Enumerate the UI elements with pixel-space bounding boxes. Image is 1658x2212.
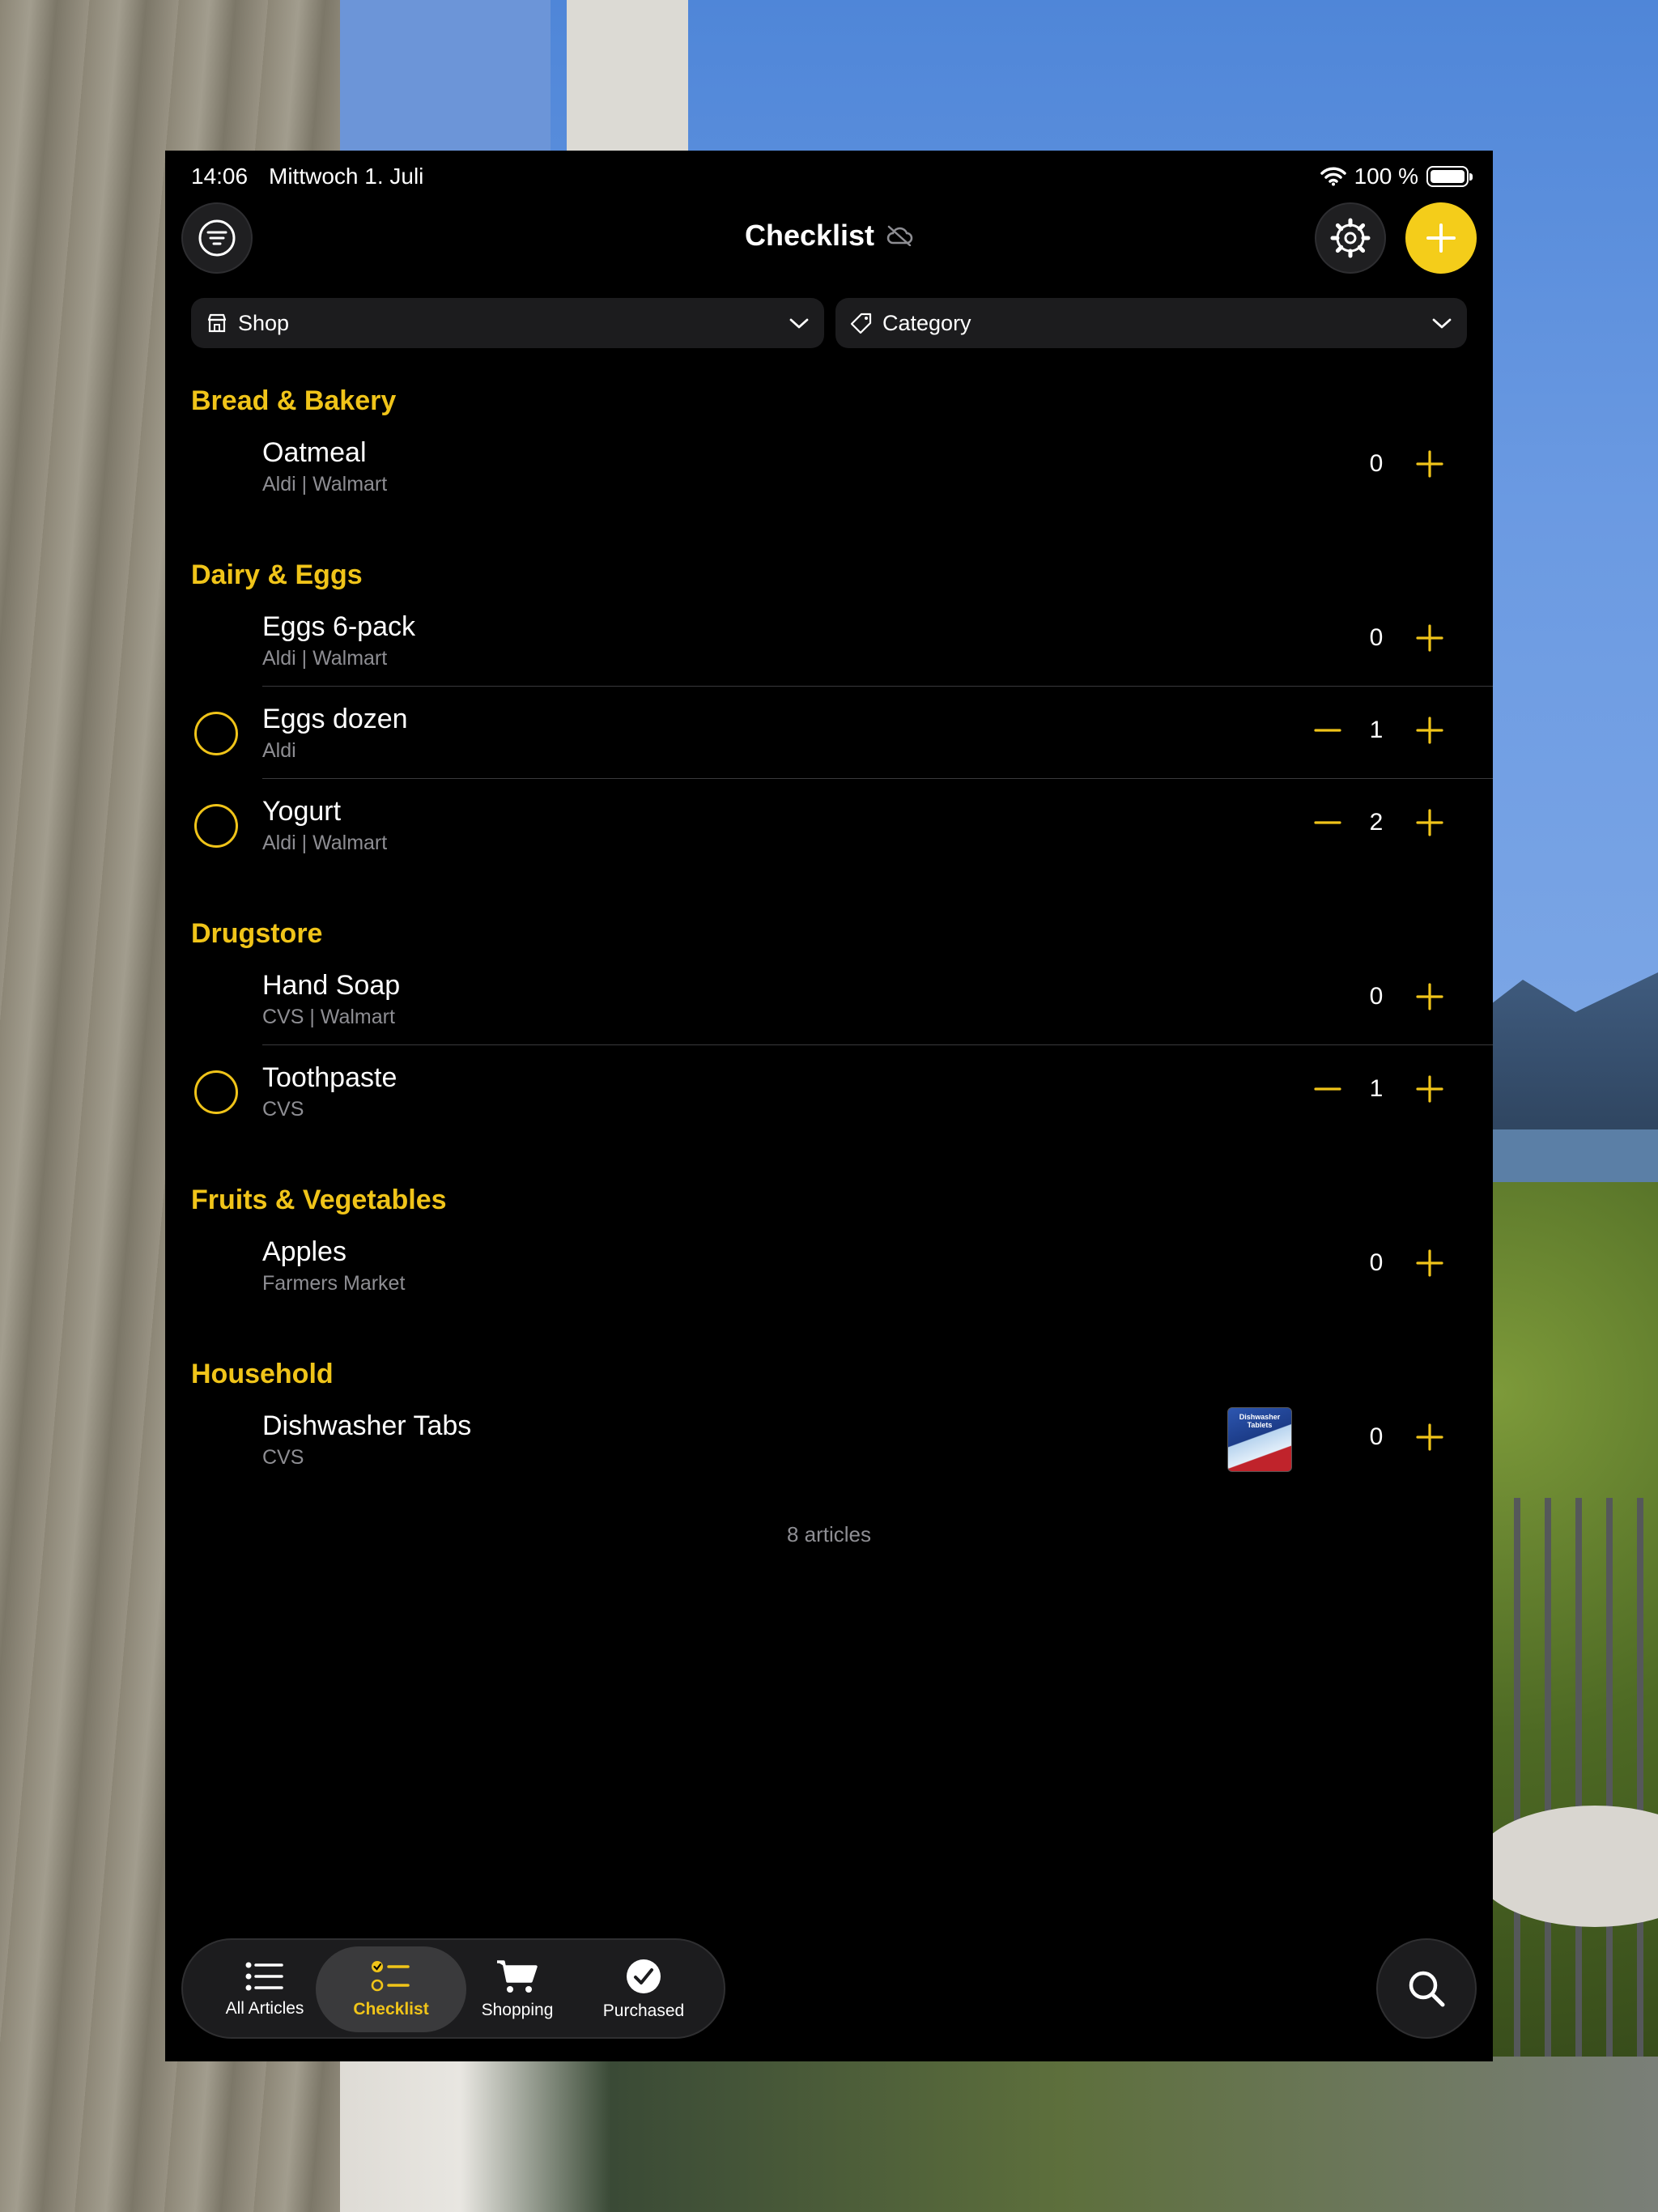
balcony-floor	[162, 2057, 1658, 2212]
category-dropdown-label: Category	[882, 310, 971, 335]
list-item[interactable]: Oatmeal Aldi | Walmart 0	[165, 419, 1493, 512]
battery-icon	[1426, 166, 1473, 187]
item-quantity: 0	[1369, 983, 1384, 1010]
check-circle[interactable]	[194, 804, 238, 848]
battery-percent: 100 %	[1354, 164, 1418, 189]
item-shops: Aldi | Walmart	[262, 473, 388, 496]
list-item[interactable]: Eggs dozen Aldi 1	[165, 686, 1493, 778]
app-window: 14:06 Mittwoch 1. Juli 100 % Checklist S…	[165, 151, 1493, 2061]
plus-icon[interactable]	[1414, 714, 1446, 747]
section-title: Drugstore	[191, 918, 323, 949]
item-name: Eggs dozen	[262, 704, 408, 734]
item-name: Toothpaste	[262, 1062, 397, 1093]
category-dropdown[interactable]: Category	[835, 298, 1467, 348]
check-circle[interactable]	[194, 1070, 238, 1114]
check-circle[interactable]	[194, 712, 238, 755]
tab-label: Purchased	[602, 2001, 685, 2020]
item-quantity: 1	[1369, 717, 1384, 743]
shop-icon	[207, 313, 227, 333]
item-name: Eggs 6-pack	[262, 611, 415, 642]
shop-dropdown[interactable]: Shop	[191, 298, 824, 348]
status-right: 100 %	[1320, 164, 1473, 189]
plus-icon	[1426, 223, 1456, 253]
shop-dropdown-label: Shop	[238, 310, 290, 335]
item-name: Oatmeal	[262, 437, 367, 468]
item-thumbnail[interactable]: Dishwasher Tablets	[1227, 1407, 1292, 1472]
list-item[interactable]: Apples Farmers Market 0	[165, 1219, 1493, 1311]
list-icon	[245, 1962, 283, 1991]
status-date: Mittwoch 1. Juli	[269, 164, 424, 189]
item-name: Apples	[262, 1236, 346, 1267]
wifi-icon	[1320, 167, 1346, 186]
item-shops: CVS	[262, 1098, 304, 1121]
item-name: Yogurt	[262, 796, 342, 827]
list-item[interactable]: Eggs 6-pack Aldi | Walmart 0	[165, 593, 1493, 686]
item-quantity: 2	[1369, 809, 1384, 836]
section-title: Dairy & Eggs	[191, 559, 363, 590]
chevron-down-icon	[1432, 318, 1452, 329]
item-quantity: 0	[1369, 1249, 1384, 1276]
section-title: Bread & Bakery	[191, 385, 397, 416]
add-article-button[interactable]	[1405, 202, 1477, 274]
tab-bar: All Articles Checklist Shopping Purchase…	[181, 1938, 725, 2039]
page-title: Checklist	[744, 219, 875, 252]
cart-icon	[497, 1960, 538, 1993]
minus-icon[interactable]	[1312, 806, 1344, 839]
plus-icon[interactable]	[1414, 1073, 1446, 1105]
window-frame	[567, 0, 688, 154]
cloud-off-icon	[886, 225, 913, 246]
item-name: Dishwasher Tabs	[262, 1410, 472, 1441]
status-time: 14:06	[191, 164, 249, 189]
article-count: 8 articles	[786, 1522, 872, 1546]
tab-label: Checklist	[353, 2000, 429, 2018]
chevron-down-icon	[789, 318, 809, 329]
tab-label: Shopping	[481, 2001, 554, 2019]
search-button[interactable]	[1376, 1938, 1477, 2039]
minus-icon[interactable]	[1312, 1073, 1344, 1105]
item-quantity: 0	[1369, 1423, 1384, 1450]
checkmark-circle-icon	[627, 1959, 661, 1993]
item-shops: CVS | Walmart	[262, 1006, 395, 1028]
plus-icon[interactable]	[1414, 1421, 1446, 1453]
tab-purchased[interactable]: Purchased	[568, 1946, 719, 2032]
minus-icon[interactable]	[1312, 714, 1344, 747]
plus-icon[interactable]	[1414, 806, 1446, 839]
tab-label: All Articles	[225, 1999, 304, 2018]
plus-icon[interactable]	[1414, 622, 1446, 654]
plus-icon[interactable]	[1414, 1247, 1446, 1279]
list-item[interactable]: Hand Soap CVS | Walmart 0	[165, 952, 1493, 1044]
thumbnail-label: Dishwasher Tablets	[1239, 1413, 1281, 1429]
section-title: Fruits & Vegetables	[191, 1185, 447, 1215]
section-title: Household	[191, 1359, 334, 1389]
item-name: Hand Soap	[262, 970, 401, 1001]
checklist-icon	[371, 1961, 410, 1992]
status-bar: 14:06 Mittwoch 1. Juli 100 %	[165, 151, 1493, 202]
gear-icon	[1330, 218, 1371, 258]
list-item[interactable]: Yogurt Aldi | Walmart 2	[165, 778, 1493, 870]
search-icon	[1409, 1971, 1445, 2007]
item-shops: Farmers Market	[262, 1272, 406, 1295]
plus-icon[interactable]	[1414, 981, 1446, 1013]
tag-icon	[850, 313, 872, 334]
list-item[interactable]: Dishwasher Tabs CVS Dishwasher Tablets 0	[165, 1393, 1493, 1485]
window-pane	[332, 0, 551, 154]
plus-icon[interactable]	[1414, 448, 1446, 480]
settings-button[interactable]	[1315, 202, 1386, 274]
item-quantity: 0	[1369, 450, 1384, 477]
page-title-wrap: Checklist	[165, 219, 1493, 253]
item-shops: Aldi	[262, 739, 296, 762]
item-quantity: 1	[1369, 1075, 1384, 1102]
list-item[interactable]: Toothpaste CVS 1	[165, 1044, 1493, 1137]
item-shops: Aldi | Walmart	[262, 832, 388, 854]
item-shops: Aldi | Walmart	[262, 647, 388, 670]
item-quantity: 0	[1369, 624, 1384, 651]
item-shops: CVS	[262, 1446, 304, 1469]
